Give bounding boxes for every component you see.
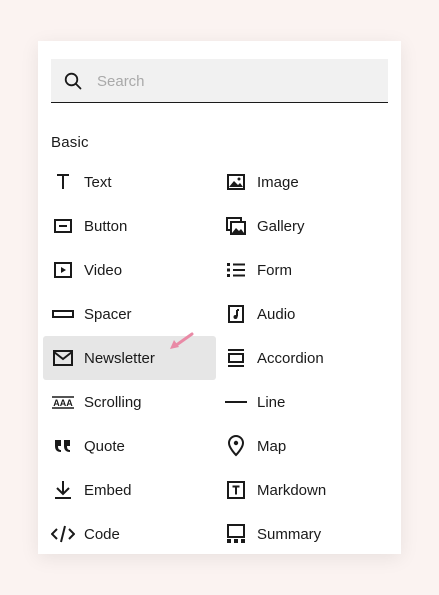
block-item-scrolling[interactable]: AAA Scrolling bbox=[43, 380, 216, 424]
accordion-icon bbox=[228, 349, 244, 367]
block-item-code[interactable]: Code bbox=[43, 512, 216, 554]
image-icon bbox=[227, 174, 245, 190]
block-item-label: Newsletter bbox=[84, 349, 155, 367]
block-item-label: Button bbox=[84, 217, 128, 235]
block-item-label: Spacer bbox=[84, 305, 132, 323]
block-item-map[interactable]: Map bbox=[216, 424, 389, 468]
markdown-icon bbox=[227, 481, 245, 499]
block-item-spacer[interactable]: Spacer bbox=[43, 292, 216, 336]
audio-icon bbox=[228, 305, 244, 323]
block-item-button[interactable]: Button bbox=[43, 204, 216, 248]
block-item-label: Markdown bbox=[257, 481, 327, 499]
block-item-label: Summary bbox=[257, 525, 322, 543]
block-item-video[interactable]: Video bbox=[43, 248, 216, 292]
scrolling-icon: AAA bbox=[52, 396, 74, 409]
block-item-label: Gallery bbox=[257, 217, 305, 235]
block-item-image[interactable]: Image bbox=[216, 160, 389, 204]
block-item-summary[interactable]: Summary bbox=[216, 512, 389, 554]
line-icon bbox=[225, 401, 247, 403]
block-item-quote[interactable]: Quote bbox=[43, 424, 216, 468]
block-item-label: Embed bbox=[84, 481, 132, 499]
code-icon bbox=[51, 525, 75, 543]
block-item-accordion[interactable]: Accordion bbox=[216, 336, 389, 380]
search-icon bbox=[64, 72, 82, 90]
block-item-label: Line bbox=[257, 393, 286, 411]
video-icon bbox=[54, 262, 72, 278]
pointer-arrow-icon bbox=[170, 332, 194, 349]
map-icon bbox=[227, 435, 245, 457]
block-item-label: Text bbox=[84, 173, 112, 191]
block-item-audio[interactable]: Audio bbox=[216, 292, 389, 336]
quote-icon bbox=[55, 440, 70, 452]
spacer-icon bbox=[52, 310, 74, 318]
block-item-label: Video bbox=[84, 261, 123, 279]
embed-icon bbox=[55, 481, 71, 499]
block-item-label: Code bbox=[84, 525, 120, 543]
block-item-label: Quote bbox=[84, 437, 125, 455]
search-input[interactable] bbox=[95, 59, 379, 103]
summary-icon bbox=[227, 524, 245, 543]
block-item-label: Image bbox=[257, 173, 299, 191]
block-item-label: Map bbox=[257, 437, 287, 455]
block-item-line[interactable]: Line bbox=[216, 380, 389, 424]
block-item-label: Form bbox=[257, 261, 292, 279]
gallery-icon bbox=[226, 217, 246, 235]
button-icon bbox=[54, 219, 72, 233]
block-item-label: Audio bbox=[257, 305, 296, 323]
svg-text:AAA: AAA bbox=[53, 398, 73, 408]
block-item-text[interactable]: Text bbox=[43, 160, 216, 204]
block-picker-panel: Basic Text Image Button Gallery Video Fo… bbox=[38, 41, 401, 554]
block-item-embed[interactable]: Embed bbox=[43, 468, 216, 512]
section-title: Basic bbox=[51, 134, 89, 151]
form-icon bbox=[227, 263, 245, 277]
text-icon bbox=[57, 174, 69, 189]
newsletter-icon bbox=[53, 350, 73, 366]
search-box[interactable] bbox=[51, 59, 388, 103]
block-item-markdown[interactable]: Markdown bbox=[216, 468, 389, 512]
block-item-form[interactable]: Form bbox=[216, 248, 389, 292]
block-item-gallery[interactable]: Gallery bbox=[216, 204, 389, 248]
block-item-label: Accordion bbox=[257, 349, 324, 367]
block-item-label: Scrolling bbox=[84, 393, 142, 411]
